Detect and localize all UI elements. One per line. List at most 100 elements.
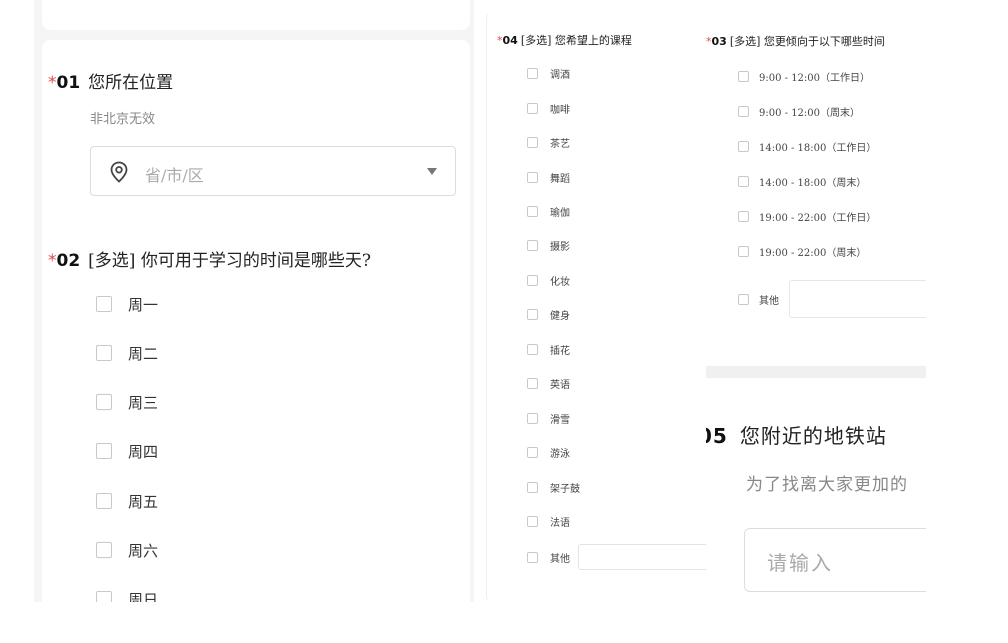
option-label: 周一 — [128, 295, 159, 314]
checkbox[interactable] — [527, 412, 538, 424]
checkbox[interactable] — [527, 308, 538, 320]
option-time[interactable]: 14:00 - 18:00（周末） — [738, 172, 866, 190]
survey-panel-middle: *04 [多选] 您希望上的课程 调酒 咖啡 茶艺 舞蹈 瑜伽 摄影 化妆 健身 … — [486, 12, 706, 602]
option-time[interactable]: 9:00 - 12:00（工作日） — [738, 67, 870, 85]
option-time[interactable]: 14:00 - 18:00（工作日） — [738, 137, 876, 155]
q01-title: *01 您所在位置 — [48, 68, 173, 93]
option-label: 摄影 — [550, 241, 570, 253]
option-course-other[interactable]: 其他 — [527, 544, 706, 570]
checkbox[interactable] — [96, 296, 112, 312]
option-label: 滑雪 — [550, 414, 570, 426]
option-label: 其他 — [759, 295, 779, 307]
question-number: 02 — [56, 251, 81, 271]
checkbox[interactable] — [738, 175, 749, 187]
checkbox[interactable] — [738, 70, 749, 82]
option-label: 咖啡 — [550, 104, 570, 116]
option-label: 14:00 - 18:00（周末） — [759, 177, 867, 189]
section-divider — [706, 366, 926, 378]
option-saturday[interactable]: 周六 — [96, 539, 158, 561]
option-label: 插花 — [550, 345, 570, 357]
checkbox[interactable] — [527, 136, 538, 148]
question-text: 您所在位置 — [88, 73, 174, 93]
survey-panel-right: *03 [多选] 您更倾向于以下哪些时间 9:00 - 12:00（工作日） 9:… — [706, 0, 926, 602]
option-label: 周日 — [128, 590, 159, 603]
option-label: 游泳 — [550, 448, 570, 460]
option-course[interactable]: 插花 — [527, 340, 570, 358]
checkbox[interactable] — [527, 377, 538, 389]
question-number: 04 — [502, 34, 518, 47]
checkbox[interactable] — [527, 481, 538, 493]
checkbox[interactable] — [527, 515, 538, 527]
checkbox[interactable] — [527, 551, 538, 563]
checkbox[interactable] — [527, 446, 538, 458]
option-course[interactable]: 英语 — [527, 374, 570, 392]
checkbox[interactable] — [527, 239, 538, 251]
checkbox[interactable] — [96, 394, 112, 410]
option-label: 茶艺 — [550, 138, 570, 150]
checkbox[interactable] — [96, 493, 112, 509]
required-mark: * — [48, 251, 57, 271]
option-course[interactable]: 健身 — [527, 305, 570, 323]
required-mark: * — [497, 34, 503, 47]
subway-station-input[interactable]: 请输入 — [744, 528, 926, 592]
checkbox[interactable] — [96, 345, 112, 361]
required-mark: * — [48, 73, 57, 93]
option-course[interactable]: 游泳 — [527, 443, 570, 461]
option-time[interactable]: 19:00 - 22:00（工作日） — [738, 207, 876, 225]
option-monday[interactable]: 周一 — [96, 293, 158, 315]
question-number: 03 — [711, 35, 727, 48]
question-text: [多选] 您更倾向于以下哪些时间 — [729, 35, 885, 48]
option-course[interactable]: 咖啡 — [527, 99, 570, 117]
input-placeholder: 请输入 — [767, 551, 833, 575]
checkbox[interactable] — [527, 274, 538, 286]
q01-hint: 非北京无效 — [90, 112, 156, 127]
option-friday[interactable]: 周五 — [96, 490, 158, 512]
previous-question-card — [42, 0, 470, 30]
checkbox[interactable] — [738, 105, 749, 117]
option-course[interactable]: 滑雪 — [527, 409, 570, 427]
checkbox[interactable] — [96, 591, 112, 602]
survey-panel-left: *01 您所在位置 非北京无效 省/市/区 *02 [多选] 你可用于学习的时间是哪… — [34, 0, 474, 602]
option-label: 健身 — [550, 310, 570, 322]
checkbox[interactable] — [738, 140, 749, 152]
checkbox[interactable] — [527, 67, 538, 79]
dropdown-caret-icon — [427, 168, 437, 175]
option-thursday[interactable]: 周四 — [96, 440, 158, 462]
checkbox[interactable] — [738, 293, 749, 305]
question-text: [多选] 您希望上的课程 — [520, 34, 632, 47]
checkbox[interactable] — [527, 102, 538, 114]
option-sunday[interactable]: 周日 — [96, 588, 158, 602]
checkbox[interactable] — [738, 245, 749, 257]
option-label: 周三 — [128, 393, 159, 412]
option-label: 9:00 - 12:00（工作日） — [759, 72, 871, 84]
other-text-input[interactable] — [789, 280, 926, 318]
other-text-input[interactable] — [578, 544, 706, 570]
option-time[interactable]: 9:00 - 12:00（周末） — [738, 102, 860, 120]
option-course[interactable]: 瑜伽 — [527, 202, 570, 220]
q05-title: 05 您附近的地铁站 — [706, 420, 887, 449]
checkbox[interactable] — [96, 542, 112, 558]
question-number: 05 — [706, 424, 728, 448]
checkbox[interactable] — [738, 210, 749, 222]
option-label: 其他 — [550, 553, 570, 565]
option-course[interactable]: 法语 — [527, 512, 570, 530]
checkbox[interactable] — [96, 443, 112, 459]
option-time-other[interactable]: 其他 — [738, 279, 926, 319]
option-label: 14:00 - 18:00（工作日） — [759, 142, 877, 154]
option-label: 19:00 - 22:00（工作日） — [759, 212, 877, 224]
option-time[interactable]: 19:00 - 22:00（周末） — [738, 242, 866, 260]
option-course[interactable]: 茶艺 — [527, 133, 570, 151]
location-select[interactable]: 省/市/区 — [90, 146, 456, 196]
option-course[interactable]: 摄影 — [527, 236, 570, 254]
option-course[interactable]: 调酒 — [527, 64, 570, 82]
option-course[interactable]: 舞蹈 — [527, 168, 570, 186]
checkbox[interactable] — [527, 205, 538, 217]
option-tuesday[interactable]: 周二 — [96, 342, 158, 364]
option-course[interactable]: 架子鼓 — [527, 478, 580, 496]
question-text: 您附近的地铁站 — [739, 424, 887, 448]
checkbox[interactable] — [527, 343, 538, 355]
checkbox[interactable] — [527, 171, 538, 183]
option-label: 舞蹈 — [550, 173, 570, 185]
option-course[interactable]: 化妆 — [527, 271, 570, 289]
option-wednesday[interactable]: 周三 — [96, 391, 158, 413]
